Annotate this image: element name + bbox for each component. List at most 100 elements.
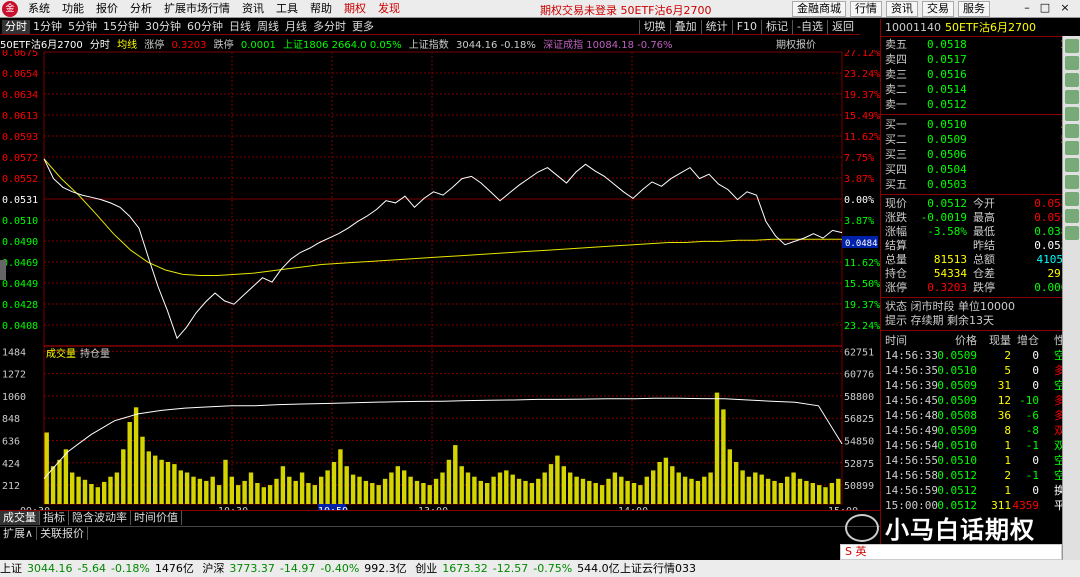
tab-indicator[interactable]: 指标: [40, 511, 69, 525]
trade-oi-change: 0: [1032, 364, 1039, 377]
pct-tick: 11.62%: [844, 132, 880, 143]
tab-monthly[interactable]: 月线: [282, 20, 310, 34]
trade-qty: 1: [1004, 484, 1011, 497]
toolbar-icon[interactable]: [1065, 107, 1079, 121]
trade-button[interactable]: 交易: [922, 1, 954, 17]
volume-bar: [414, 480, 420, 504]
bid-label: 买五: [885, 178, 907, 191]
option-quote-button[interactable]: 期权报价: [776, 36, 816, 50]
tab-5min[interactable]: 5分钟: [65, 20, 100, 34]
intraday-chart[interactable]: 0.0675 0.0654 0.0634 0.0613 0.0593 0.0572 0.05…: [0, 50, 880, 510]
pct-tick: 27.12%: [844, 50, 880, 59]
volume-bar: [165, 462, 171, 504]
volume-bar: [319, 476, 324, 504]
mall-button[interactable]: 金融商城: [792, 1, 846, 17]
news-button[interactable]: 资讯: [886, 1, 918, 17]
volume-bar: [102, 481, 107, 504]
toolbar-icon[interactable]: [1065, 158, 1079, 172]
toolbar-icon[interactable]: [1065, 192, 1079, 206]
tab-iv[interactable]: 隐含波动率: [69, 511, 131, 525]
ask-row: 卖一0.051219: [881, 97, 1080, 112]
menu-help[interactable]: 帮助: [304, 2, 338, 16]
tab-daily[interactable]: 日线: [226, 20, 254, 34]
trade-time: 14:56:33: [885, 349, 938, 362]
price-tick: 0.0531: [2, 195, 38, 206]
tab-weekly[interactable]: 周线: [254, 20, 282, 34]
trade-oi-change: -8: [1025, 424, 1039, 437]
trade-price: 0.0510: [937, 439, 977, 452]
related-quote-button[interactable]: 关联报价: [37, 527, 89, 540]
trade-row: 14:56:390.0509310空换: [881, 378, 1080, 393]
tab-15min[interactable]: 15分钟: [100, 20, 142, 34]
close-icon[interactable]: ×: [1058, 1, 1072, 14]
toolbar-icon[interactable]: [1065, 39, 1079, 53]
volume-bar: [299, 472, 305, 504]
trade-price: 0.0510: [937, 364, 977, 377]
menu-info[interactable]: 资讯: [236, 2, 270, 16]
ask-price: 0.0517: [927, 53, 967, 66]
service-button[interactable]: 服务: [958, 1, 990, 17]
tab-intraday[interactable]: 分时: [2, 20, 30, 34]
tab-more[interactable]: 更多: [349, 20, 377, 34]
stat-label: 总额: [973, 253, 995, 266]
trade-time: 14:56:48: [885, 409, 938, 422]
volume-bar: [248, 472, 254, 504]
extension-bar: 扩展∧ 关联报价: [0, 526, 880, 540]
mark-button[interactable]: 标记: [761, 20, 792, 34]
toolbar-icon[interactable]: [1065, 226, 1079, 240]
tab-60min[interactable]: 60分钟: [184, 20, 226, 34]
toolbar-icon[interactable]: [1065, 124, 1079, 138]
stat-value: 0.0512: [927, 197, 967, 210]
volume-bar: [817, 485, 822, 504]
expand-button[interactable]: 扩展∧: [0, 527, 38, 540]
toolbar-icon[interactable]: [1065, 141, 1079, 155]
volume-bar: [121, 449, 126, 504]
toolbar-icon[interactable]: [1065, 73, 1079, 87]
quote-header: 10001140 50ETF沽6月2700: [881, 19, 1080, 37]
trade-row: 14:56:590.051210换手: [881, 483, 1080, 498]
toolbar-icon[interactable]: [1065, 56, 1079, 70]
tab-volume[interactable]: 成交量: [0, 511, 40, 525]
menu-discover[interactable]: 发现: [372, 2, 406, 16]
contract-name: 50ETF沽6月2700: [0, 40, 83, 50]
cloud-quote-status[interactable]: 上证云行情033: [620, 560, 696, 577]
limit-down-value: 0.0001: [240, 40, 276, 50]
market-button[interactable]: 行情: [850, 1, 882, 17]
minimize-icon[interactable]: –: [1020, 1, 1034, 14]
stat-label: 涨停: [885, 281, 907, 294]
menu-ext-market[interactable]: 扩展市场行情: [158, 2, 236, 16]
pct-tick: 23.24%: [844, 321, 880, 332]
bid-row: 买三0.05063: [881, 147, 1080, 162]
menu-quote[interactable]: 报价: [90, 2, 124, 16]
bid-price: 0.0509: [927, 133, 967, 146]
menu-function[interactable]: 功能: [56, 2, 90, 16]
toolbar-icon[interactable]: [1065, 90, 1079, 104]
volume-bar: [721, 409, 726, 504]
switch-button[interactable]: 切换: [638, 20, 670, 34]
trade-price: 0.0509: [937, 349, 977, 362]
toolbar-icon[interactable]: [1065, 175, 1079, 189]
tab-multi-intraday[interactable]: 多分时: [310, 20, 349, 34]
f10-button[interactable]: F10: [731, 20, 761, 34]
volume-bar: [210, 476, 215, 504]
oi-tick: 62751: [844, 347, 874, 358]
menu-system[interactable]: 系统: [22, 2, 56, 16]
ask-row: 卖四0.051710: [881, 52, 1080, 67]
overlay-button[interactable]: 叠加: [669, 20, 701, 34]
stats-button[interactable]: 统计: [700, 20, 732, 34]
side-collapse-handle[interactable]: [0, 260, 6, 280]
menu-analysis[interactable]: 分析: [124, 2, 158, 16]
tab-1min[interactable]: 1分钟: [30, 20, 65, 34]
pct-tick: 19.37%: [844, 300, 880, 311]
maximize-icon[interactable]: □: [1038, 1, 1052, 14]
tab-time-value[interactable]: 时间价值: [131, 511, 182, 525]
volume-bar: [568, 472, 573, 504]
volume-bar: [197, 478, 203, 504]
ime-tray[interactable]: S 英: [840, 544, 1062, 560]
menu-options[interactable]: 期权: [338, 2, 372, 16]
toolbar-icon[interactable]: [1065, 209, 1079, 223]
menu-tools[interactable]: 工具: [270, 2, 304, 16]
back-button[interactable]: 返回: [827, 20, 858, 34]
tab-30min[interactable]: 30分钟: [142, 20, 184, 34]
watchlist-button[interactable]: -自选: [792, 20, 827, 34]
